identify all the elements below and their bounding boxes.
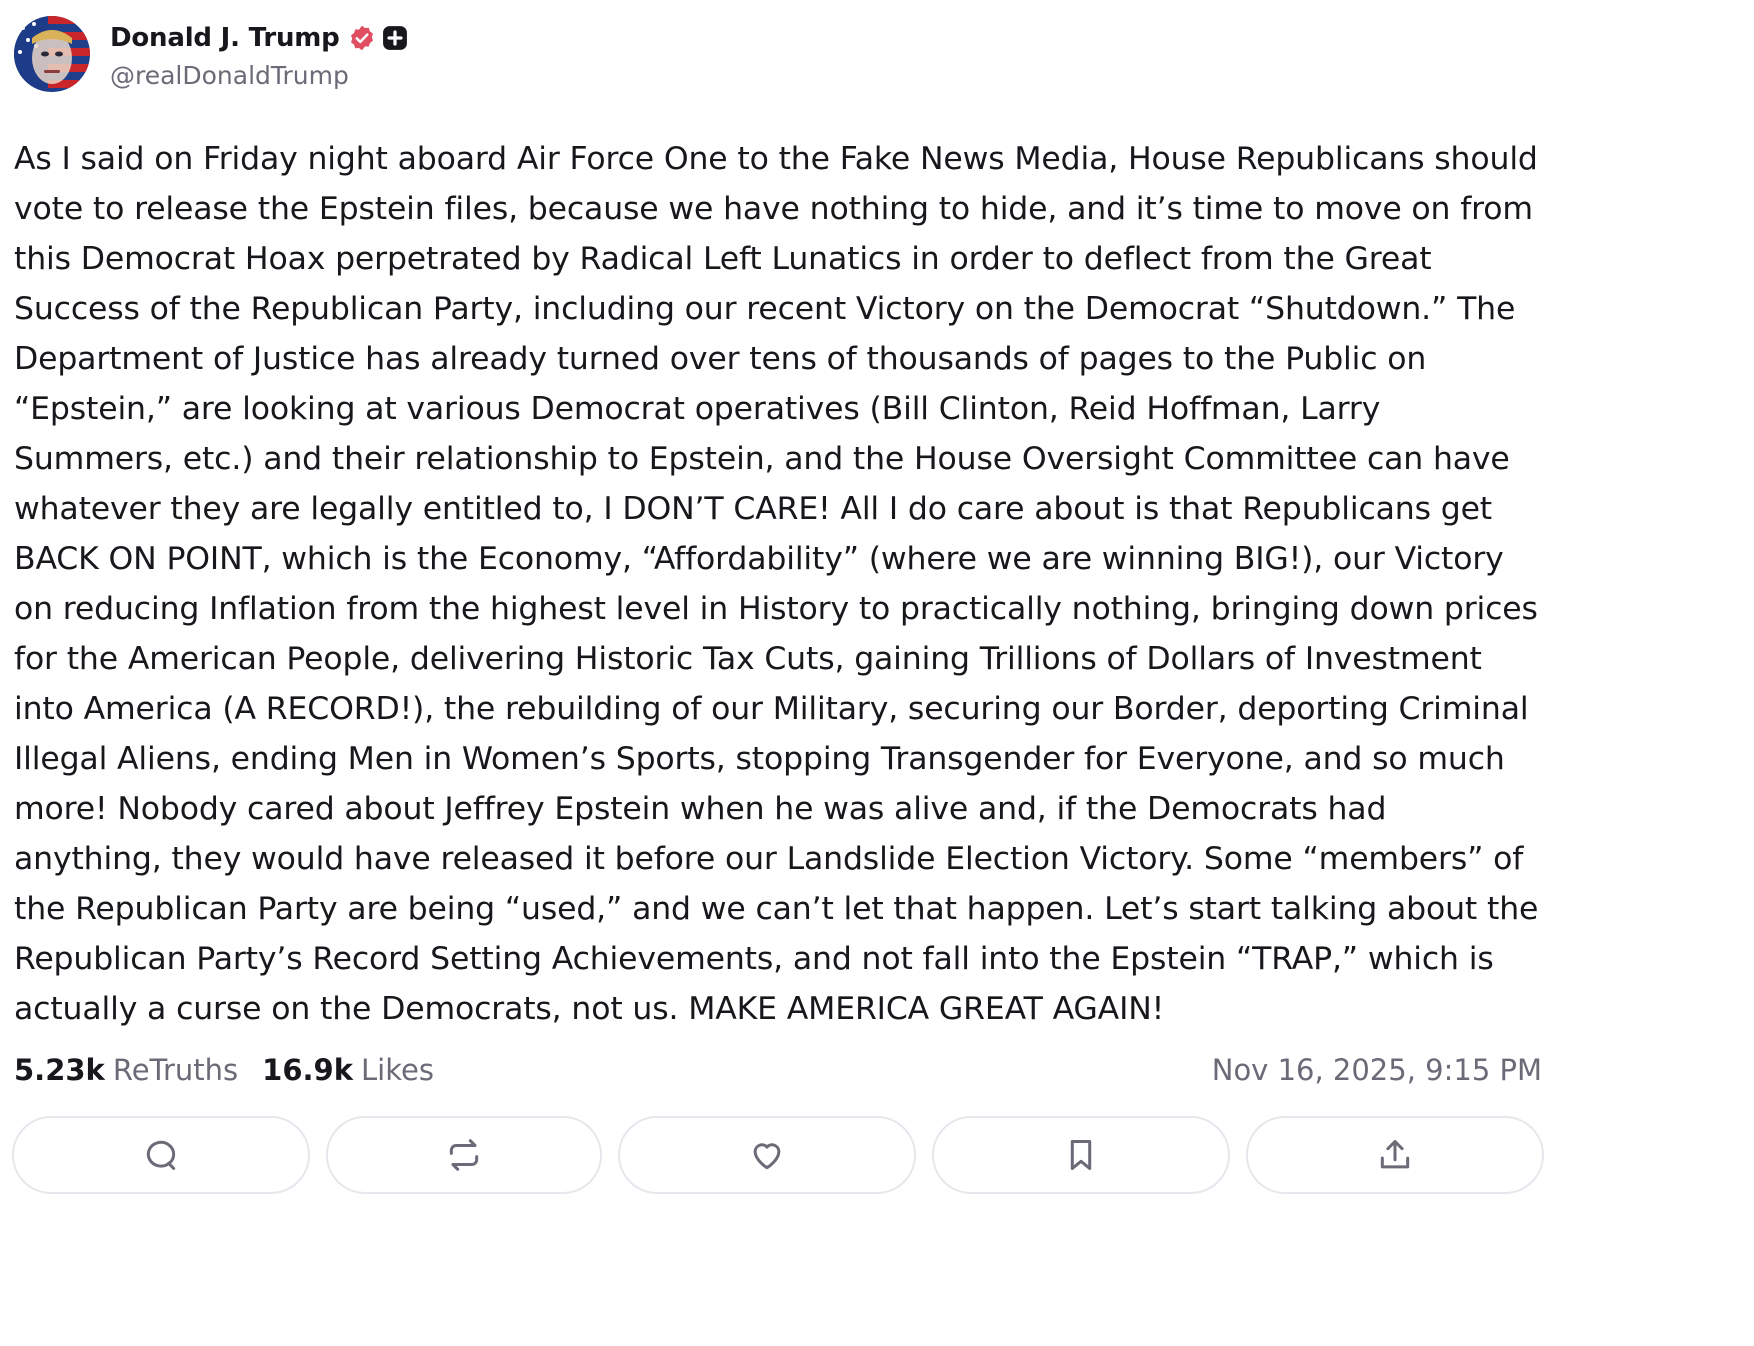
verified-badge-icon — [350, 25, 373, 50]
post-actions — [12, 1116, 1544, 1194]
post-timestamp[interactable]: Nov 16, 2025, 9:15 PM — [1212, 1046, 1542, 1094]
author-handle[interactable]: @realDonaldTrump — [110, 61, 408, 90]
post-header: Donald J. Trump @realDonaldTrump — [14, 14, 408, 94]
author-name-row: Donald J. Trump — [110, 19, 408, 57]
post-card: Donald J. Trump @realDonaldTrump As I sa… — [0, 0, 1754, 1346]
share-icon — [1380, 1140, 1410, 1169]
retruths-label: ReTruths — [112, 1053, 239, 1087]
likes-label: Likes — [361, 1053, 434, 1087]
avatar[interactable] — [14, 16, 90, 92]
likes-count: 16.9k — [262, 1053, 353, 1087]
likes-stat[interactable]: 16.9k Likes — [262, 1053, 434, 1087]
plus-badge-icon — [382, 25, 407, 50]
bookmark-icon — [1070, 1140, 1092, 1170]
retruths-stat[interactable]: 5.23k ReTruths — [14, 1053, 238, 1087]
retruths-count: 5.23k — [14, 1053, 105, 1087]
share-button[interactable] — [1246, 1116, 1544, 1194]
post-body-text: As I said on Friday night aboard Air For… — [14, 141, 1539, 1027]
like-button[interactable] — [618, 1116, 916, 1194]
repost-icon — [449, 1139, 479, 1171]
heart-icon — [753, 1143, 781, 1170]
comment-icon — [146, 1140, 176, 1170]
post-stats: 5.23k ReTruths 16.9k Likes — [14, 1046, 458, 1094]
author-info: Donald J. Trump @realDonaldTrump — [110, 19, 408, 90]
avatar-image — [14, 16, 90, 92]
bookmark-button[interactable] — [932, 1116, 1230, 1194]
reply-button[interactable] — [12, 1116, 310, 1194]
retruth-button[interactable] — [326, 1116, 602, 1194]
author-display-name[interactable]: Donald J. Trump — [110, 23, 340, 53]
